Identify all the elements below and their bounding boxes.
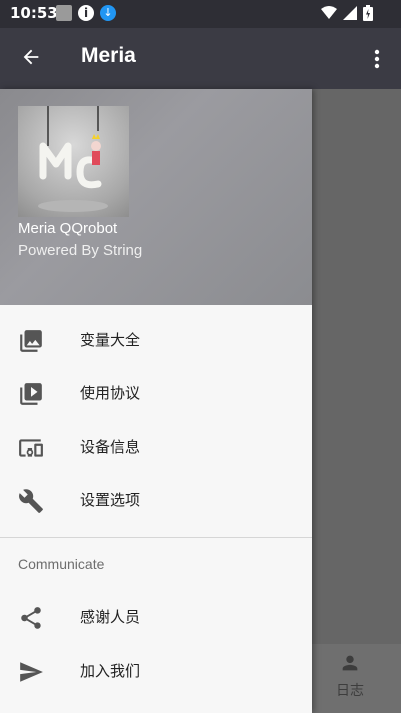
wrench-icon bbox=[19, 489, 43, 513]
devices-icon bbox=[19, 439, 43, 457]
header-app-name: Meria QQrobot bbox=[18, 220, 118, 237]
menu-item-label: 设置选项 bbox=[80, 491, 141, 509]
menu-item-agreement[interactable]: 使用协议 bbox=[0, 367, 312, 420]
battery-icon bbox=[363, 5, 373, 21]
info-icon: i bbox=[78, 5, 94, 21]
photo-library-icon bbox=[20, 330, 42, 352]
menu-item-label: 使用协议 bbox=[80, 384, 141, 402]
signal-icon bbox=[343, 6, 357, 20]
section-title-communicate: Communicate bbox=[18, 556, 105, 572]
page-title: Meria bbox=[81, 44, 136, 67]
app-notification-icon bbox=[56, 5, 72, 21]
menu-item-join-us[interactable]: 加入我们 bbox=[0, 645, 312, 698]
menu-item-label: 加入我们 bbox=[80, 662, 141, 680]
send-icon bbox=[20, 662, 43, 682]
drawer-header: Meria QQrobot Powered By String bbox=[0, 89, 312, 305]
menu-item-thanks[interactable]: 感谢人员 bbox=[0, 591, 312, 644]
avatar[interactable] bbox=[18, 106, 129, 217]
menu-divider bbox=[0, 537, 312, 538]
menu-item-label: 感谢人员 bbox=[80, 608, 141, 626]
status-time: 10:53 bbox=[10, 4, 58, 22]
menu-item-label: 变量大全 bbox=[80, 331, 141, 349]
logo-image bbox=[38, 106, 108, 212]
header-subtitle: Powered By String bbox=[18, 242, 143, 259]
video-library-icon bbox=[20, 383, 42, 405]
share-icon bbox=[21, 607, 41, 629]
notification-icons: i ↓ bbox=[56, 5, 116, 21]
menu-item-variables[interactable]: 变量大全 bbox=[0, 314, 312, 367]
navigation-drawer: Meria QQrobot Powered By String 变量大全 使用协… bbox=[0, 89, 312, 713]
app-bar: Meria bbox=[0, 28, 401, 89]
menu-item-device-info[interactable]: 设备信息 bbox=[0, 421, 312, 474]
bottom-nav-log[interactable]: 日志 bbox=[330, 652, 370, 700]
menu-item-label: 设备信息 bbox=[80, 438, 141, 456]
system-icons bbox=[321, 5, 373, 21]
wifi-icon bbox=[321, 6, 337, 19]
menu-item-settings[interactable]: 设置选项 bbox=[0, 474, 312, 527]
bottom-nav-log-label: 日志 bbox=[336, 683, 364, 699]
person-icon bbox=[342, 655, 358, 671]
back-arrow-icon[interactable] bbox=[20, 46, 42, 68]
more-options-icon[interactable] bbox=[370, 48, 384, 70]
download-icon: ↓ bbox=[100, 5, 116, 21]
status-bar: 10:53 i ↓ bbox=[0, 0, 401, 28]
